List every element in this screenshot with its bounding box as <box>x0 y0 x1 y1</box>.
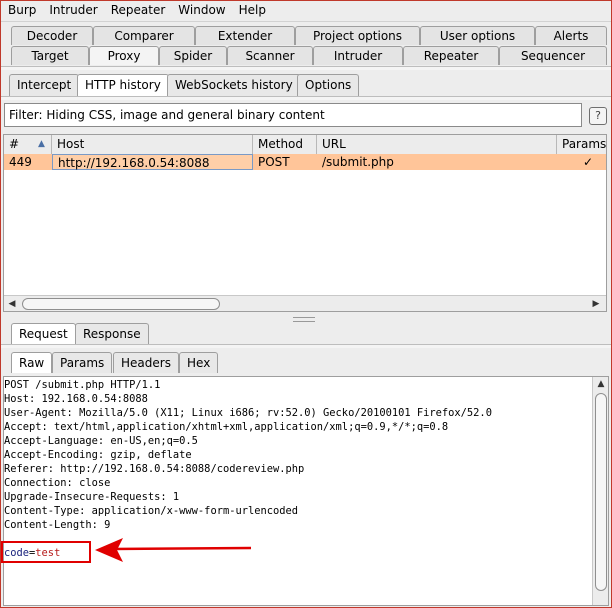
tab-headers[interactable]: Headers <box>113 352 179 373</box>
tab-alerts[interactable]: Alerts <box>535 26 607 45</box>
tab-options[interactable]: Options <box>297 74 360 96</box>
scroll-left-icon[interactable]: ◀ <box>6 298 18 310</box>
header-line: Accept-Language: en-US,en;q=0.5 <box>4 435 198 447</box>
tab-project-options[interactable]: Project options <box>295 26 420 45</box>
tab-row-main: Target Proxy Spider Scanner Intruder Rep… <box>5 46 609 66</box>
tab-hex[interactable]: Hex <box>179 352 219 373</box>
help-icon[interactable]: ? <box>589 107 607 125</box>
pane-splitter-handle[interactable] <box>293 317 315 322</box>
request-line: POST /submit.php HTTP/1.1 <box>4 379 161 391</box>
column-params[interactable]: Params <box>557 135 606 154</box>
header-line: Referer: http://192.168.0.54:8088/codere… <box>4 463 305 475</box>
column-url[interactable]: URL <box>317 135 557 154</box>
cell-url: /submit.php <box>322 155 394 169</box>
request-editor[interactable]: POST /submit.php HTTP/1.1 Host: 192.168.… <box>3 376 609 606</box>
scroll-right-icon[interactable]: ▶ <box>590 298 602 310</box>
header-line: Connection: close <box>4 477 111 489</box>
message-tab-divider <box>1 344 611 348</box>
subtab-divider <box>1 96 611 100</box>
table-row[interactable]: 449 http://192.168.0.54:8088 POST /submi… <box>4 154 606 170</box>
annotation-arrow-icon <box>95 538 252 562</box>
header-line: Upgrade-Insecure-Requests: 1 <box>4 491 180 503</box>
filter-bar[interactable]: Filter: Hiding CSS, image and general bi… <box>4 103 582 127</box>
menu-burp[interactable]: Burp <box>1 1 42 17</box>
tab-user-options[interactable]: User options <box>420 26 535 45</box>
tab-repeater[interactable]: Repeater <box>403 46 499 65</box>
tab-http-history[interactable]: HTTP history <box>77 74 169 96</box>
tab-comparer[interactable]: Comparer <box>93 26 195 45</box>
tab-target[interactable]: Target <box>11 46 89 65</box>
tab-intercept[interactable]: Intercept <box>9 74 80 96</box>
history-table: # ▲ Host Method URL Params 449 http://19… <box>3 134 607 312</box>
menu-bar: Burp Intruder Repeater Window Help <box>1 1 611 22</box>
tab-request[interactable]: Request <box>11 323 76 344</box>
menu-intruder[interactable]: Intruder <box>42 1 103 17</box>
tab-websockets-history[interactable]: WebSockets history <box>167 74 301 96</box>
column-method[interactable]: Method <box>253 135 317 154</box>
tab-intruder[interactable]: Intruder <box>313 46 403 65</box>
tab-extender[interactable]: Extender <box>195 26 295 45</box>
tab-params[interactable]: Params <box>52 352 113 373</box>
header-line: Accept-Encoding: gzip, deflate <box>4 449 192 461</box>
menu-help[interactable]: Help <box>232 1 272 17</box>
horizontal-scrollbar[interactable]: ◀ ▶ <box>4 295 606 311</box>
column-host[interactable]: Host <box>52 135 253 154</box>
cell-number: 449 <box>9 155 32 169</box>
header-line: Host: 192.168.0.54:8088 <box>4 393 148 405</box>
tab-response[interactable]: Response <box>75 323 149 344</box>
tab-divider <box>1 66 611 70</box>
header-line: Content-Type: application/x-www-form-url… <box>4 505 299 517</box>
table-header: # ▲ Host Method URL Params <box>4 135 606 155</box>
tab-scanner[interactable]: Scanner <box>227 46 313 65</box>
menu-repeater[interactable]: Repeater <box>104 1 172 17</box>
tab-raw[interactable]: Raw <box>11 352 53 373</box>
scrollbar-thumb[interactable] <box>22 298 220 310</box>
scroll-up-icon[interactable]: ▲ <box>595 378 607 390</box>
header-line: Accept: text/html,application/xhtml+xml,… <box>4 421 449 433</box>
tab-decoder[interactable]: Decoder <box>11 26 93 45</box>
burp-window: Burp Intruder Repeater Window Help Decoder C… <box>0 0 612 608</box>
tab-proxy[interactable]: Proxy <box>89 46 159 65</box>
header-line: Content-Length: 9 <box>4 519 111 531</box>
menu-window[interactable]: Window <box>171 1 231 17</box>
tab-spider[interactable]: Spider <box>159 46 227 65</box>
cell-host: http://192.168.0.54:8088 <box>52 154 253 170</box>
cell-params-check-icon: ✓ <box>582 155 593 169</box>
vertical-scrollbar[interactable]: ▲ <box>592 377 608 605</box>
scrollbar-thumb[interactable] <box>595 393 607 591</box>
tab-sequencer[interactable]: Sequencer <box>499 46 607 65</box>
header-line: User-Agent: Mozilla/5.0 (X11; Linux i686… <box>4 407 492 419</box>
annotation-highlight-box <box>1 541 91 563</box>
column-number[interactable]: # ▲ <box>4 135 52 154</box>
cell-method: POST <box>258 155 290 169</box>
sort-ascending-icon: ▲ <box>38 139 45 149</box>
tab-row-secondary: Decoder Comparer Extender Project option… <box>5 26 609 46</box>
